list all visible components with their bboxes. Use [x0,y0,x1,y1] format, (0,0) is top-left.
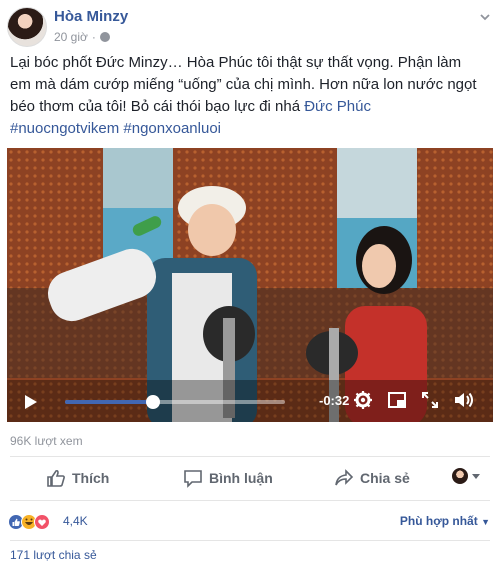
post-card: Hòa Minzy 20 giờ · Lại bóc phốt Đức Minz… [0,0,500,567]
globe-icon [99,32,110,42]
divider [10,540,490,541]
profile-mini-avatar [452,468,468,484]
divider [10,500,490,501]
thumbs-up-icon [47,469,65,487]
post-options-chevron-icon[interactable] [480,12,490,22]
comment-bubble-icon [184,470,202,488]
play-icon[interactable] [23,394,39,410]
share-button[interactable]: Chia sẻ [334,468,410,488]
volume-icon[interactable] [453,390,473,410]
mention-link[interactable]: Đức Phúc [304,98,371,115]
sort-label: Phù hợp nhất [399,514,478,528]
comment-button[interactable]: Bình luận [183,468,273,488]
reaction-icons [8,514,50,530]
comment-label: Bình luận [209,470,273,486]
mini-player-icon[interactable] [387,390,407,410]
like-button[interactable]: Thích [46,468,109,488]
share-label: Chia sẻ [360,470,410,486]
divider [10,456,490,457]
fullscreen-icon[interactable] [420,390,440,410]
caret-down-icon: ▼ [481,517,490,527]
video-progress-fill [65,400,153,404]
action-bar: Thích Bình luận Chia sẻ [0,458,500,498]
post-text-body: Lại bóc phốt Đức Minzy… Hòa Phúc tôi thậ… [10,54,477,115]
post-as-selector[interactable] [452,468,480,484]
comment-sort-dropdown[interactable]: Phù hợp nhất ▼ [400,514,490,528]
separator: · [91,30,96,44]
share-arrow-icon [335,469,354,486]
video-progress-knob[interactable] [146,395,160,409]
post-text: Lại bóc phốt Đức Minzy… Hòa Phúc tôi thậ… [10,52,480,118]
post-meta: 20 giờ · [54,30,110,44]
settings-gear-icon[interactable] [353,390,373,410]
video-remaining-time: -0:32 [319,393,350,408]
post-time[interactable]: 20 giờ [54,30,88,44]
video-progress-bar[interactable] [65,395,285,409]
author-avatar[interactable] [7,7,47,47]
like-label: Thích [72,470,110,486]
share-count[interactable]: 171 lượt chia sẻ [10,548,97,562]
hashtags[interactable]: #nuocngotvikem #ngonxoanluoi [10,120,221,137]
reaction-count[interactable]: 4,4K [63,514,88,528]
video-player[interactable]: -0:32 [7,148,493,422]
video-views: 96K lượt xem [10,434,83,448]
video-frame [7,148,493,422]
reactions-summary[interactable]: 4,4K Phù hợp nhất ▼ [0,506,500,536]
post-header: Hòa Minzy 20 giờ · [0,0,500,50]
caret-down-icon [472,474,480,479]
author-name[interactable]: Hòa Minzy [54,8,128,25]
